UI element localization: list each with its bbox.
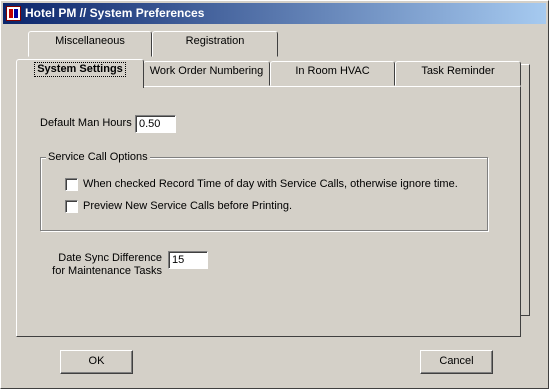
- window-title: Hotel PM // System Preferences: [25, 6, 205, 20]
- tab-in-room-hvac-label: In Room HVAC: [295, 65, 370, 77]
- man-hours-label: Default Man Hours: [40, 117, 132, 129]
- tab-work-order-numbering-label: Work Order Numbering: [149, 65, 264, 77]
- tab-system-settings-label: System Settings: [34, 62, 126, 77]
- tab-registration[interactable]: Registration: [152, 31, 278, 57]
- date-sync-label: Date Sync Difference for Maintenance Tas…: [52, 252, 162, 278]
- man-hours-input[interactable]: 0.50: [135, 115, 176, 133]
- date-sync-input[interactable]: 15: [168, 251, 208, 269]
- tab-task-reminder[interactable]: Task Reminder: [395, 61, 521, 86]
- date-sync-label-line2: for Maintenance Tasks: [52, 265, 162, 277]
- ok-button[interactable]: OK: [60, 350, 133, 374]
- tab-system-settings[interactable]: System Settings: [16, 59, 144, 88]
- tab-work-order-numbering[interactable]: Work Order Numbering: [143, 61, 270, 86]
- tab-registration-label: Registration: [185, 35, 245, 47]
- preview-service-calls-label[interactable]: Preview New Service Calls before Printin…: [83, 200, 292, 212]
- record-time-checkbox[interactable]: [65, 178, 78, 191]
- tab-in-room-hvac[interactable]: In Room HVAC: [270, 61, 395, 86]
- tab-task-reminder-label: Task Reminder: [421, 65, 495, 77]
- service-call-options-group: [40, 157, 488, 231]
- tab-miscellaneous-label: Miscellaneous: [55, 35, 125, 47]
- app-icon: [6, 6, 21, 21]
- title-bar[interactable]: Hotel PM // System Preferences: [3, 3, 546, 24]
- service-call-options-legend: Service Call Options: [46, 151, 150, 163]
- date-sync-label-line1: Date Sync Difference: [58, 252, 162, 264]
- tab-miscellaneous[interactable]: Miscellaneous: [28, 31, 152, 57]
- record-time-label[interactable]: When checked Record Time of day with Ser…: [83, 178, 458, 190]
- cancel-button[interactable]: Cancel: [420, 350, 493, 374]
- preview-service-calls-checkbox[interactable]: [65, 200, 78, 213]
